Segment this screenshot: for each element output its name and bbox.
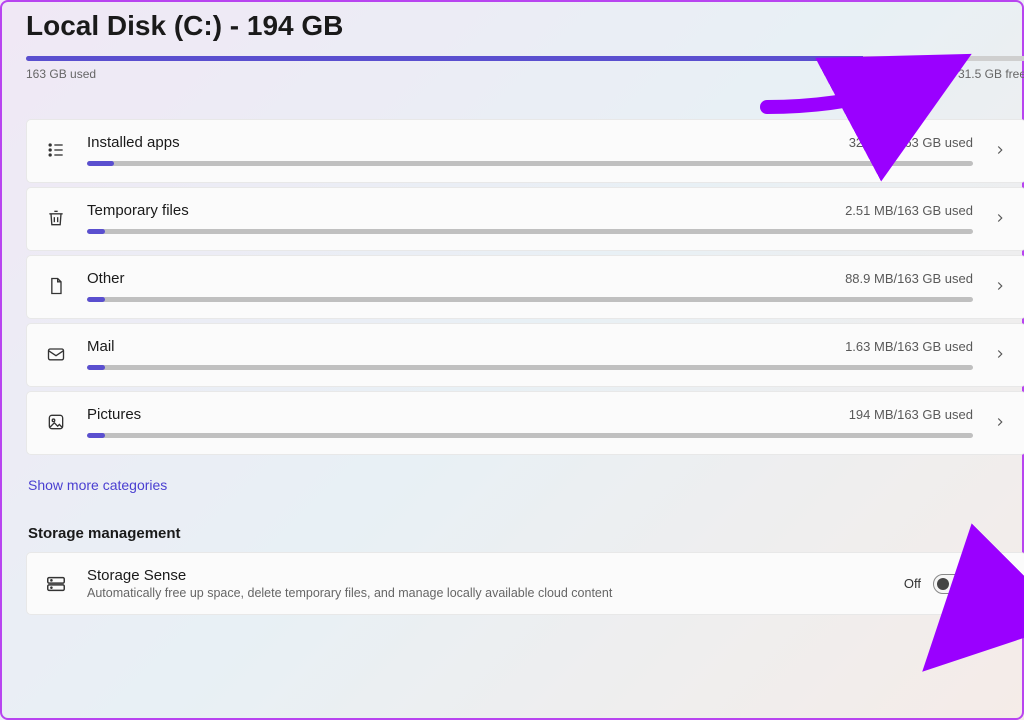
storage-sense-desc: Automatically free up space, delete temp… [87, 586, 884, 600]
storage-sense-row[interactable]: Storage Sense Automatically free up spac… [26, 552, 1024, 615]
image-icon [45, 411, 67, 433]
disk-free-label: 31.5 GB free [958, 67, 1024, 81]
category-name: Other [87, 270, 125, 287]
trash-icon [45, 207, 67, 229]
category-bar [87, 229, 973, 234]
toggle-knob [937, 578, 949, 590]
category-name: Temporary files [87, 202, 189, 219]
category-size: 2.51 MB/163 GB used [845, 203, 973, 218]
chevron-right-icon [993, 279, 1007, 293]
category-name: Installed apps [87, 134, 180, 151]
category-row-pictures[interactable]: Pictures 194 MB/163 GB used [26, 391, 1024, 455]
category-row-mail[interactable]: Mail 1.63 MB/163 GB used [26, 323, 1024, 387]
chevron-right-icon [993, 143, 1007, 157]
chevron-right-icon [993, 577, 1007, 591]
file-icon [45, 275, 67, 297]
category-bar-fill [87, 297, 105, 302]
show-more-categories-link[interactable]: Show more categories [28, 477, 167, 493]
category-size: 1.63 MB/163 GB used [845, 339, 973, 354]
category-bar-fill [87, 433, 105, 438]
storage-sense-state-label: Off [904, 576, 921, 591]
category-bar-fill [87, 229, 105, 234]
category-row-temp-files[interactable]: Temporary files 2.51 MB/163 GB used [26, 187, 1024, 251]
category-bar-fill [87, 161, 114, 166]
storage-sense-toggle[interactable] [933, 574, 973, 594]
category-row-other[interactable]: Other 88.9 MB/163 GB used [26, 255, 1024, 319]
category-size: 194 MB/163 GB used [849, 407, 973, 422]
category-size: 321 MB/163 GB used [849, 135, 973, 150]
storage-sense-icon [45, 573, 67, 595]
apps-icon [45, 139, 67, 161]
page-title: Local Disk (C:) - 194 GB [26, 10, 1022, 42]
category-row-installed-apps[interactable]: Installed apps 321 MB/163 GB used [26, 119, 1024, 183]
category-name: Pictures [87, 406, 141, 423]
category-bar [87, 365, 973, 370]
mail-icon [45, 343, 67, 365]
storage-sense-title: Storage Sense [87, 567, 884, 584]
category-bar [87, 161, 973, 166]
category-name: Mail [87, 338, 115, 355]
category-bar [87, 433, 973, 438]
storage-management-heading: Storage management [28, 525, 1022, 542]
chevron-right-icon [993, 347, 1007, 361]
chevron-right-icon [993, 415, 1007, 429]
disk-used-label: 163 GB used [26, 67, 96, 81]
category-bar-fill [87, 365, 105, 370]
disk-usage-fill [26, 56, 863, 61]
chevron-right-icon [993, 211, 1007, 225]
category-bar [87, 297, 973, 302]
disk-usage-bar [26, 56, 1024, 61]
category-size: 88.9 MB/163 GB used [845, 271, 973, 286]
